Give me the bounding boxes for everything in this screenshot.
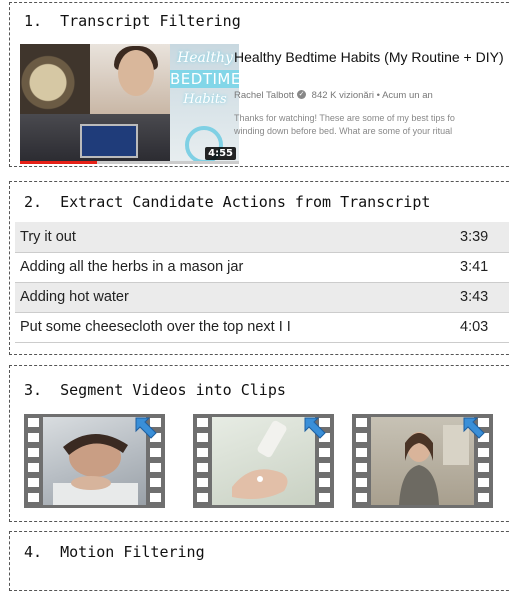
- step-3-panel: 3. Segment Videos into Clips: [9, 365, 509, 522]
- description-line-2: winding down before bed. What are some o…: [234, 126, 453, 136]
- thumbnail-text-1: Healthy: [177, 50, 233, 66]
- watch-progress-bar: [20, 161, 239, 164]
- hand-lotion-image: [232, 420, 288, 499]
- action-text: Adding all the herbs in a mason jar: [20, 259, 244, 275]
- table-row: Try it out 3:39: [15, 222, 509, 252]
- thumbnail-text-2: BEDTIME: [170, 70, 239, 88]
- action-time: 3:41: [460, 259, 489, 275]
- view-count-and-date: 842 K vizionări • Acum un an: [311, 90, 433, 101]
- clip-3-film-strip-icon[interactable]: [352, 414, 493, 508]
- video-title[interactable]: Healthy Bedtime Habits (My Routine + DIY…: [234, 48, 504, 66]
- watch-progress-fill: [20, 161, 97, 164]
- action-text: Put some cheesecloth over the top next I…: [20, 319, 291, 335]
- verified-check-icon: ✓: [297, 90, 307, 100]
- action-text: Adding hot water: [20, 289, 129, 305]
- clip-1-film-strip-icon[interactable]: [24, 414, 165, 508]
- step-2-title: 2. Extract Candidate Actions from Transc…: [24, 193, 431, 211]
- clip-2-frame: [212, 417, 315, 505]
- action-time: 3:39: [460, 228, 489, 245]
- blue-arrow-icon: [135, 417, 157, 439]
- clip-1-frame: [43, 417, 146, 505]
- blue-arrow-icon: [463, 417, 485, 439]
- table-row: Put some cheesecloth over the top next I…: [15, 312, 509, 342]
- step-1-title: 1. Transcript Filtering: [24, 12, 241, 30]
- video-description: Thanks for watching! These are some of m…: [234, 112, 509, 138]
- clip-2-film-strip-icon[interactable]: [193, 414, 334, 508]
- step-4-panel: 4. Motion Filtering: [9, 531, 509, 591]
- step-2-panel: 2. Extract Candidate Actions from Transc…: [9, 181, 509, 355]
- person-image: [118, 50, 154, 96]
- step-3-title: 3. Segment Videos into Clips: [24, 381, 286, 399]
- channel-name[interactable]: Rachel Talbott: [234, 90, 294, 101]
- laptop-image: [80, 124, 138, 158]
- step-4-title: 4. Motion Filtering: [24, 543, 205, 561]
- candidate-actions-table: Try it out 3:39 Adding all the herbs in …: [15, 222, 509, 343]
- blue-arrow-icon: [304, 417, 326, 439]
- table-row: Adding hot water 3:43: [15, 282, 509, 312]
- person-bathroom-image: [399, 425, 469, 505]
- thumbnail-text-3: Habits: [183, 92, 227, 107]
- video-meta: Rachel Talbott ✓ 842 K vizionări • Acum u…: [234, 90, 504, 101]
- table-row: Adding all the herbs in a mason jar 3:41: [15, 252, 509, 282]
- action-text: Try it out: [20, 228, 76, 245]
- duration-badge: 4:55: [205, 147, 236, 160]
- clip-3-frame: [371, 417, 474, 505]
- description-line-1: Thanks for watching! These are some of m…: [234, 113, 455, 123]
- action-time: 3:43: [460, 289, 489, 305]
- herbs-image: [20, 44, 90, 114]
- action-time: 4:03: [460, 319, 489, 335]
- video-thumbnail[interactable]: Healthy BEDTIME Habits 4:55: [20, 44, 239, 164]
- face-washing-image: [53, 433, 138, 505]
